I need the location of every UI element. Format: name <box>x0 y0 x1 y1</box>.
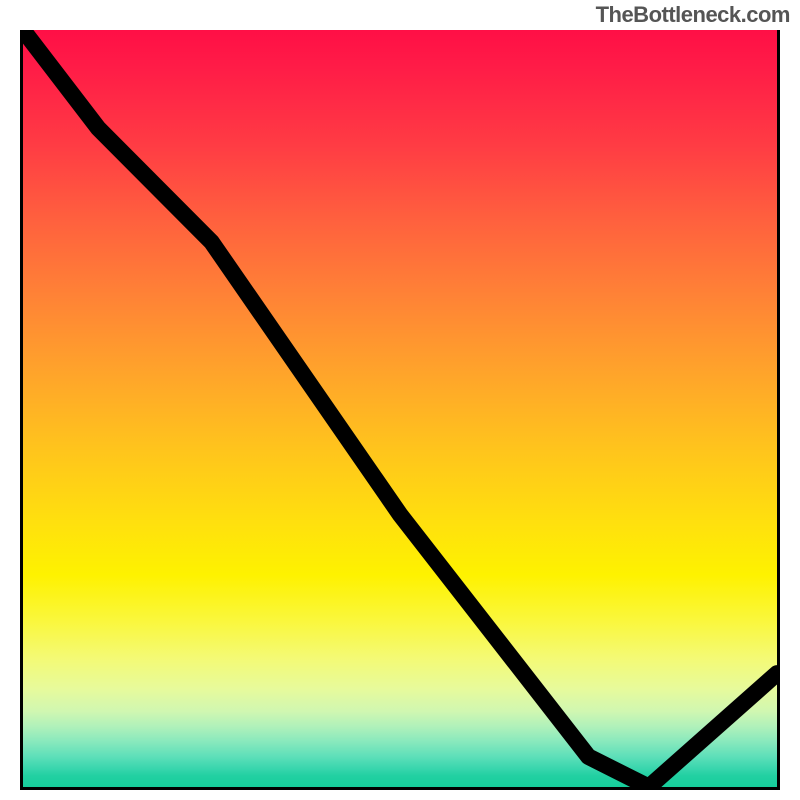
chart-container: TheBottleneck.com <box>0 0 800 800</box>
plot-area <box>20 30 780 790</box>
bottleneck-curve <box>23 30 777 787</box>
watermark-text: TheBottleneck.com <box>596 2 790 28</box>
curve-svg <box>23 30 777 787</box>
